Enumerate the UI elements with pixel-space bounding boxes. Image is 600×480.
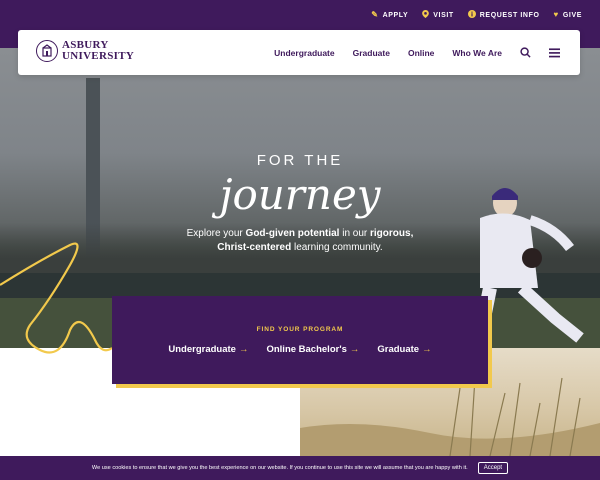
arrow-right-icon: → (238, 344, 249, 355)
hero-for-the: FOR THE (256, 152, 344, 169)
tagline-part-3: learning community. (291, 242, 383, 253)
program-link-graduate[interactable]: Graduate → (377, 344, 431, 355)
program-link-online-bachelors-label: Online Bachelor's (266, 344, 347, 355)
utility-request-info-link[interactable]: REQUEST INFO (467, 10, 540, 20)
cookie-message: We use cookies to ensure that we give yo… (91, 465, 468, 471)
program-link-undergraduate[interactable]: Undergraduate → (168, 344, 248, 355)
logo-line-2: UNIVERSITY (62, 50, 135, 62)
utility-give-label: GIVE (562, 11, 582, 19)
nav-online[interactable]: Online (408, 48, 434, 58)
search-icon[interactable] (520, 47, 531, 58)
gold-squiggle-decoration (0, 242, 113, 354)
utility-give-link[interactable]: ♥ GIVE (554, 11, 583, 19)
university-seal-icon (36, 40, 58, 62)
tagline-part-1: Explore your (186, 228, 246, 239)
utility-apply-label: APPLY (382, 11, 409, 19)
tagline-bold-1: God-given potential (245, 228, 340, 239)
map-pin-icon (422, 10, 430, 20)
utility-visit-link[interactable]: VISIT (422, 10, 454, 20)
find-program-card: FIND YOUR PROGRAM Undergraduate → Online … (112, 296, 488, 384)
cookie-consent-bar: We use cookies to ensure that we give yo… (0, 456, 600, 480)
find-program-links: Undergraduate → Online Bachelor's → Gradua… (112, 344, 488, 355)
main-header: ASBURY UNIVERSITY Undergraduate Graduate… (18, 30, 580, 75)
hero-journey-script: journey (219, 170, 381, 219)
program-link-online-bachelors[interactable]: Online Bachelor's → (266, 344, 359, 355)
find-program-label: FIND YOUR PROGRAM (256, 326, 344, 333)
heart-icon: ♥ (553, 10, 559, 19)
logo-wordmark: ASBURY UNIVERSITY (62, 40, 134, 62)
utility-apply-link[interactable]: ✎ APPLY (371, 11, 408, 19)
utility-request-info-label: REQUEST INFO (479, 11, 540, 19)
tagline-bold-3: Christ-centered (217, 242, 292, 253)
nav-graduate[interactable]: Graduate (353, 48, 390, 58)
info-icon (467, 10, 476, 20)
tagline-bold-2: rigorous, (370, 228, 414, 239)
nav-undergraduate[interactable]: Undergraduate (274, 48, 334, 58)
program-link-undergraduate-label: Undergraduate (168, 344, 236, 355)
nav-who-we-are[interactable]: Who We Are (452, 48, 502, 58)
university-logo[interactable]: ASBURY UNIVERSITY (36, 40, 134, 62)
arrow-right-icon: → (422, 344, 432, 355)
program-link-graduate-label: Graduate (377, 344, 420, 355)
main-nav: Undergraduate Graduate Online Who We Are (274, 30, 560, 75)
pencil-icon: ✎ (371, 10, 379, 19)
utility-visit-label: VISIT (433, 11, 454, 19)
cookie-accept-button[interactable]: Accept (477, 462, 509, 474)
menu-icon[interactable] (549, 47, 560, 58)
tagline-part-2: in our (339, 228, 371, 239)
utility-nav: ✎ APPLY VISIT REQUEST INFO ♥ GIVE (371, 10, 582, 20)
arrow-right-icon: → (349, 344, 360, 355)
